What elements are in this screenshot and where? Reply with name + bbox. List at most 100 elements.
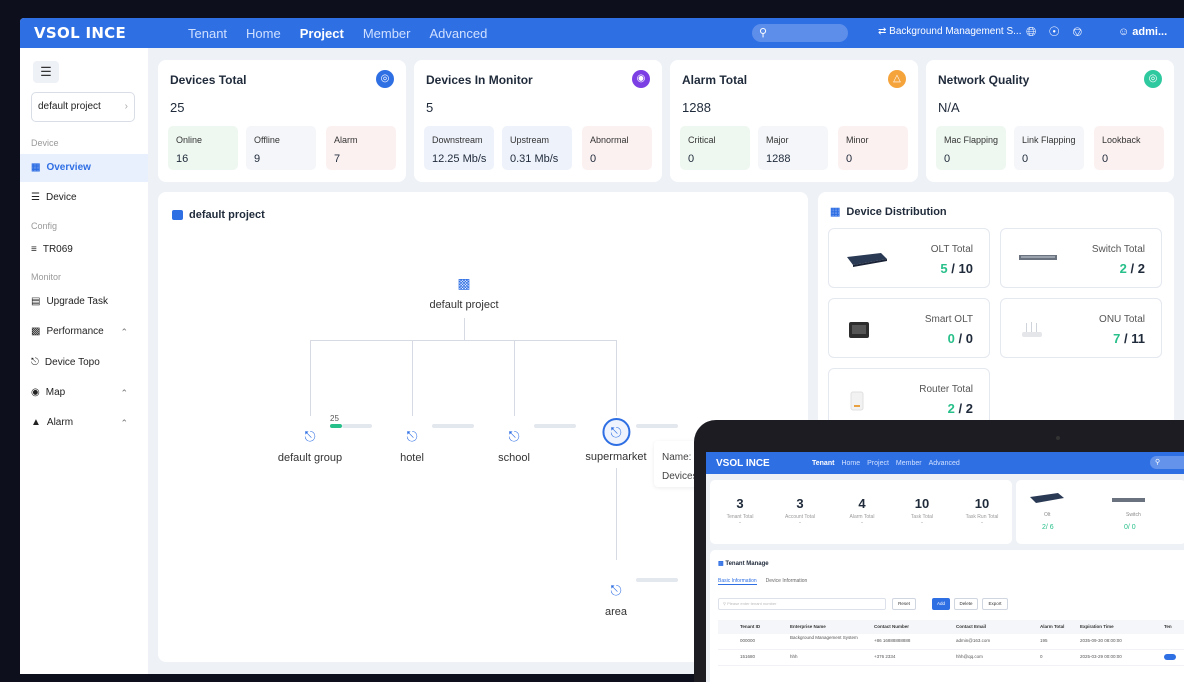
tablet-stats: 3 Tenant Total - 3 Account Total - 4 Alarm To…	[710, 480, 1012, 544]
col-tenant-status[interactable]: Ten	[1164, 624, 1172, 629]
card-devices-total: Devices Total ◎ 25 Online 16 Offline 9 Ala…	[158, 60, 406, 182]
search-icon: ⚲	[759, 27, 768, 39]
globe-icon: ◉	[31, 387, 40, 398]
col-contact-email[interactable]: Contact Email	[956, 624, 986, 629]
tenant-manage-title: ▩ Tenant Manage	[718, 561, 769, 567]
olt-device-icon	[1030, 493, 1064, 503]
card-network-quality: Network Quality ◎ N/A Mac Flapping 0 Link…	[926, 60, 1174, 182]
dist-olt[interactable]: OLT Total 5 / 10	[828, 228, 990, 288]
section-device: Device	[31, 138, 59, 148]
chip-critical: Critical 0	[680, 126, 750, 170]
nav-home[interactable]: Home	[246, 26, 281, 41]
hierarchy-icon: ⎋	[304, 428, 316, 444]
chip-minor: Minor 0	[838, 126, 908, 170]
tablet-nav-project[interactable]: Project	[867, 460, 889, 467]
dist-smart-olt[interactable]: Smart OLT 0 / 0	[828, 298, 990, 358]
col-expiration-time[interactable]: Expiration Time	[1080, 624, 1114, 629]
table-row[interactable]: 151680 hhh +376 2334 hhh@qq.com 0 2025-0…	[718, 650, 1184, 666]
topo-node-supermarket[interactable]: ⎋ supermarket	[585, 418, 647, 463]
list-icon: ☰	[31, 192, 40, 203]
user-menu[interactable]: ☺ admi...	[1118, 26, 1167, 38]
area-bar	[636, 578, 678, 582]
tenant-switcher-label: Background Management S...	[889, 26, 1022, 37]
topo-link	[514, 340, 515, 416]
nav-member[interactable]: Member	[363, 26, 411, 41]
sidebar-item-alarm[interactable]: ▲ Alarm ⌃	[20, 409, 148, 437]
bell-icon[interactable]: ⎊	[1072, 24, 1082, 40]
nav-project[interactable]: Project	[300, 26, 344, 41]
shirt-icon[interactable]: ☉	[1048, 24, 1060, 40]
tablet-search-input[interactable]: ⚲	[1150, 456, 1184, 469]
export-button[interactable]: Export	[982, 598, 1008, 610]
chip-online: Online 16	[168, 126, 238, 170]
folder-icon	[172, 210, 183, 220]
topo-node-default-group[interactable]: ⎋ default group	[278, 428, 342, 464]
nav-tenant[interactable]: Tenant	[188, 26, 227, 41]
dist-switch[interactable]: Switch Total 2 / 2	[1000, 228, 1162, 288]
chevron-up-icon: ⌃	[120, 418, 128, 428]
tablet-nav-home[interactable]: Home	[841, 460, 860, 467]
tab-basic-information[interactable]: Basic Information	[718, 578, 757, 585]
card-value: N/A	[938, 100, 960, 115]
topo-link	[616, 340, 617, 416]
global-search-input[interactable]: ⚲	[752, 24, 848, 42]
col-contact-number[interactable]: Contact Number	[874, 624, 909, 629]
location-icon: ◉	[632, 70, 650, 88]
dist-onu[interactable]: ONU Total 7 / 11	[1000, 298, 1162, 358]
sidebar-item-overview[interactable]: ▦ Overview	[20, 154, 148, 182]
col-enterprise-name[interactable]: Enterprise Name	[790, 624, 826, 629]
sidebar-item-label: Device Topo	[44, 357, 100, 368]
sidebar-item-performance[interactable]: ▩ Performance ⌃	[20, 318, 148, 346]
brand-logo: VSOL INCE	[34, 24, 127, 42]
topo-node-root[interactable]: ▩ default project	[429, 275, 498, 311]
reset-button[interactable]: Reset	[892, 598, 916, 610]
sidebar-item-upgrade-task[interactable]: ▤ Upgrade Task	[20, 288, 148, 316]
topo-link	[464, 318, 465, 340]
topo-node-school[interactable]: ⎋ school	[498, 428, 530, 464]
tablet-nav-member[interactable]: Member	[896, 460, 922, 467]
sidebar-item-tr069[interactable]: ≡ TR069	[20, 236, 148, 264]
tenant-manage-panel: ▩ Tenant Manage Basic Information Device…	[710, 550, 1184, 682]
school-bar	[534, 424, 576, 428]
switch-device-icon	[1019, 255, 1057, 260]
tablet-device: VSOL INCE Tenant Home Project Member Adv…	[694, 420, 1184, 682]
tenant-switcher[interactable]: ⇄ Background Management S...	[878, 26, 1021, 37]
tenant-search-input[interactable]: ⚲ Please enter tenant number	[718, 598, 886, 610]
tablet-brand: VSOL INCE	[716, 457, 770, 469]
tab-device-information[interactable]: Device Information	[766, 578, 808, 585]
topo-node-area[interactable]: ⎋ area	[605, 582, 627, 618]
dist-label: OLT Total	[930, 244, 973, 255]
project-select[interactable]: default project ›	[31, 92, 135, 122]
dist-value: 5 / 10	[940, 261, 973, 276]
menu-collapse-icon[interactable]: ☰	[33, 61, 59, 83]
hotel-bar	[432, 424, 474, 428]
col-tenant-id[interactable]: Tenant ID	[740, 624, 760, 629]
bell-icon: △	[888, 70, 906, 88]
user-name: admi...	[1132, 26, 1168, 38]
sidebar-item-map[interactable]: ◉ Map ⌃	[20, 379, 148, 407]
delete-button[interactable]: Delete	[954, 598, 978, 610]
chevron-right-icon: ›	[124, 101, 128, 112]
table-row[interactable]: 000000 Background Management System +86 …	[718, 634, 1184, 650]
topo-node-hotel[interactable]: ⎋ hotel	[400, 428, 424, 464]
tablet-switch-value: 0/ 0	[1124, 524, 1136, 531]
col-alarm-total[interactable]: Alarm Total	[1040, 624, 1064, 629]
add-button[interactable]: Add	[932, 598, 950, 610]
dist-label: Router Total	[919, 384, 973, 395]
dist-value: 0 / 0	[947, 331, 973, 346]
sidebar-item-label: Map	[45, 387, 66, 398]
nav-advanced[interactable]: Advanced	[430, 26, 488, 41]
sidebar-item-device-topo[interactable]: ⎋ Device Topo	[20, 349, 148, 377]
tablet-screen: VSOL INCE Tenant Home Project Member Adv…	[706, 452, 1184, 682]
globe-icon[interactable]: 🌐︎	[1026, 24, 1036, 40]
folder-icon: ▩	[718, 561, 724, 567]
tablet-nav-tenant[interactable]: Tenant	[812, 460, 834, 467]
tablet-nav-advanced[interactable]: Advanced	[929, 460, 960, 467]
topology-title: default project	[172, 209, 265, 221]
upgrade-icon: ▤	[31, 296, 41, 307]
status-toggle[interactable]	[1164, 654, 1176, 660]
device-distribution-panel: ▦ Device Distribution OLT Total 5 / 10 S…	[818, 192, 1174, 442]
dist-router[interactable]: Router Total 2 / 2	[828, 368, 990, 428]
chip-abnormal: Abnormal 0	[582, 126, 652, 170]
sidebar-item-device[interactable]: ☰ Device	[20, 184, 148, 212]
